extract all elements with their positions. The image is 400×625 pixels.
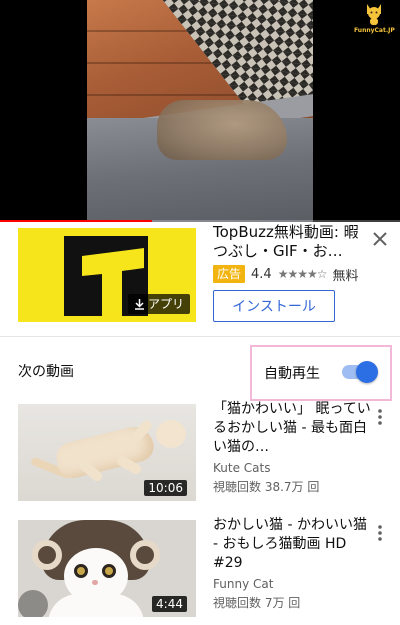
ad-card[interactable]: アプリ TopBuzz無料動画: 暇つぶし・GIF・お… 広告 4.4 ★★★★… bbox=[0, 223, 400, 336]
thumb-cat-face bbox=[64, 548, 128, 604]
video-player[interactable]: FunnyCat.JP bbox=[0, 0, 400, 222]
more-vert-icon[interactable] bbox=[372, 522, 388, 544]
ad-price: 無料 bbox=[332, 268, 359, 284]
thumb-cat-eye bbox=[102, 564, 116, 578]
app-badge: アプリ bbox=[127, 294, 190, 314]
video-thumbnail[interactable]: 4:44 bbox=[18, 520, 196, 617]
video-duration: 4:44 bbox=[152, 596, 187, 612]
ad-meta: 広告 4.4 ★★★★☆ 無料 bbox=[213, 264, 359, 284]
download-icon bbox=[134, 299, 144, 310]
section-divider bbox=[0, 336, 400, 337]
thumb-hood-ear bbox=[32, 540, 62, 570]
channel-watermark: FunnyCat.JP bbox=[354, 2, 395, 34]
watermark-text: FunnyCat.JP bbox=[354, 27, 395, 34]
ad-rating: 4.4 bbox=[251, 266, 272, 282]
toggle-knob bbox=[356, 361, 378, 383]
ad-badge: 広告 bbox=[213, 265, 246, 283]
close-icon-glyph bbox=[373, 232, 387, 246]
more-vert-glyph bbox=[378, 525, 382, 541]
watermark-cat-icon bbox=[367, 4, 381, 25]
video-channel: Kute Cats bbox=[213, 461, 271, 475]
thumb-background-cat bbox=[18, 590, 48, 617]
install-button[interactable]: インストール bbox=[213, 290, 335, 322]
video-channel: Funny Cat bbox=[213, 577, 274, 591]
progress-fill bbox=[0, 220, 152, 222]
video-views: 視聴回数 38.7万 回 bbox=[213, 480, 320, 494]
app-badge-label: アプリ bbox=[147, 297, 184, 311]
video-title[interactable]: 「猫かわいい」 眠っているおかしい猫 - 最も面白い猫の… bbox=[213, 400, 373, 457]
video-frame[interactable] bbox=[87, 0, 313, 222]
autoplay-toggle[interactable] bbox=[340, 361, 380, 383]
autoplay-label: 自動再生 bbox=[264, 366, 320, 382]
video-title[interactable]: おかしい猫 - かわいい猫 - おもしろ猫動画 HD #29 bbox=[213, 516, 373, 573]
thumb-cat-nose bbox=[92, 580, 98, 585]
more-vert-glyph bbox=[378, 409, 382, 425]
video-cat bbox=[157, 100, 287, 160]
thumb-hood-ear bbox=[130, 540, 160, 570]
video-duration: 10:06 bbox=[144, 480, 187, 496]
progress-bar[interactable] bbox=[0, 220, 400, 222]
video-views: 視聴回数 7万 回 bbox=[213, 596, 301, 610]
video-thumbnail[interactable]: 10:06 bbox=[18, 404, 196, 501]
thumb-cat-head bbox=[156, 420, 186, 448]
ad-thumbnail[interactable]: アプリ bbox=[18, 228, 196, 322]
up-next-heading: 次の動画 bbox=[18, 364, 74, 380]
close-icon[interactable] bbox=[370, 229, 390, 249]
thumb-cat-eye bbox=[74, 564, 88, 578]
list-item[interactable]: 4:44 おかしい猫 - かわいい猫 - おもしろ猫動画 HD #29 Funn… bbox=[0, 517, 400, 624]
more-vert-icon[interactable] bbox=[372, 406, 388, 428]
list-item[interactable]: 10:06 「猫かわいい」 眠っているおかしい猫 - 最も面白い猫の… Kute… bbox=[0, 401, 400, 508]
ad-title[interactable]: TopBuzz無料動画: 暇つぶし・GIF・お… bbox=[213, 223, 363, 261]
star-rating-icon: ★★★★☆ bbox=[277, 267, 328, 281]
